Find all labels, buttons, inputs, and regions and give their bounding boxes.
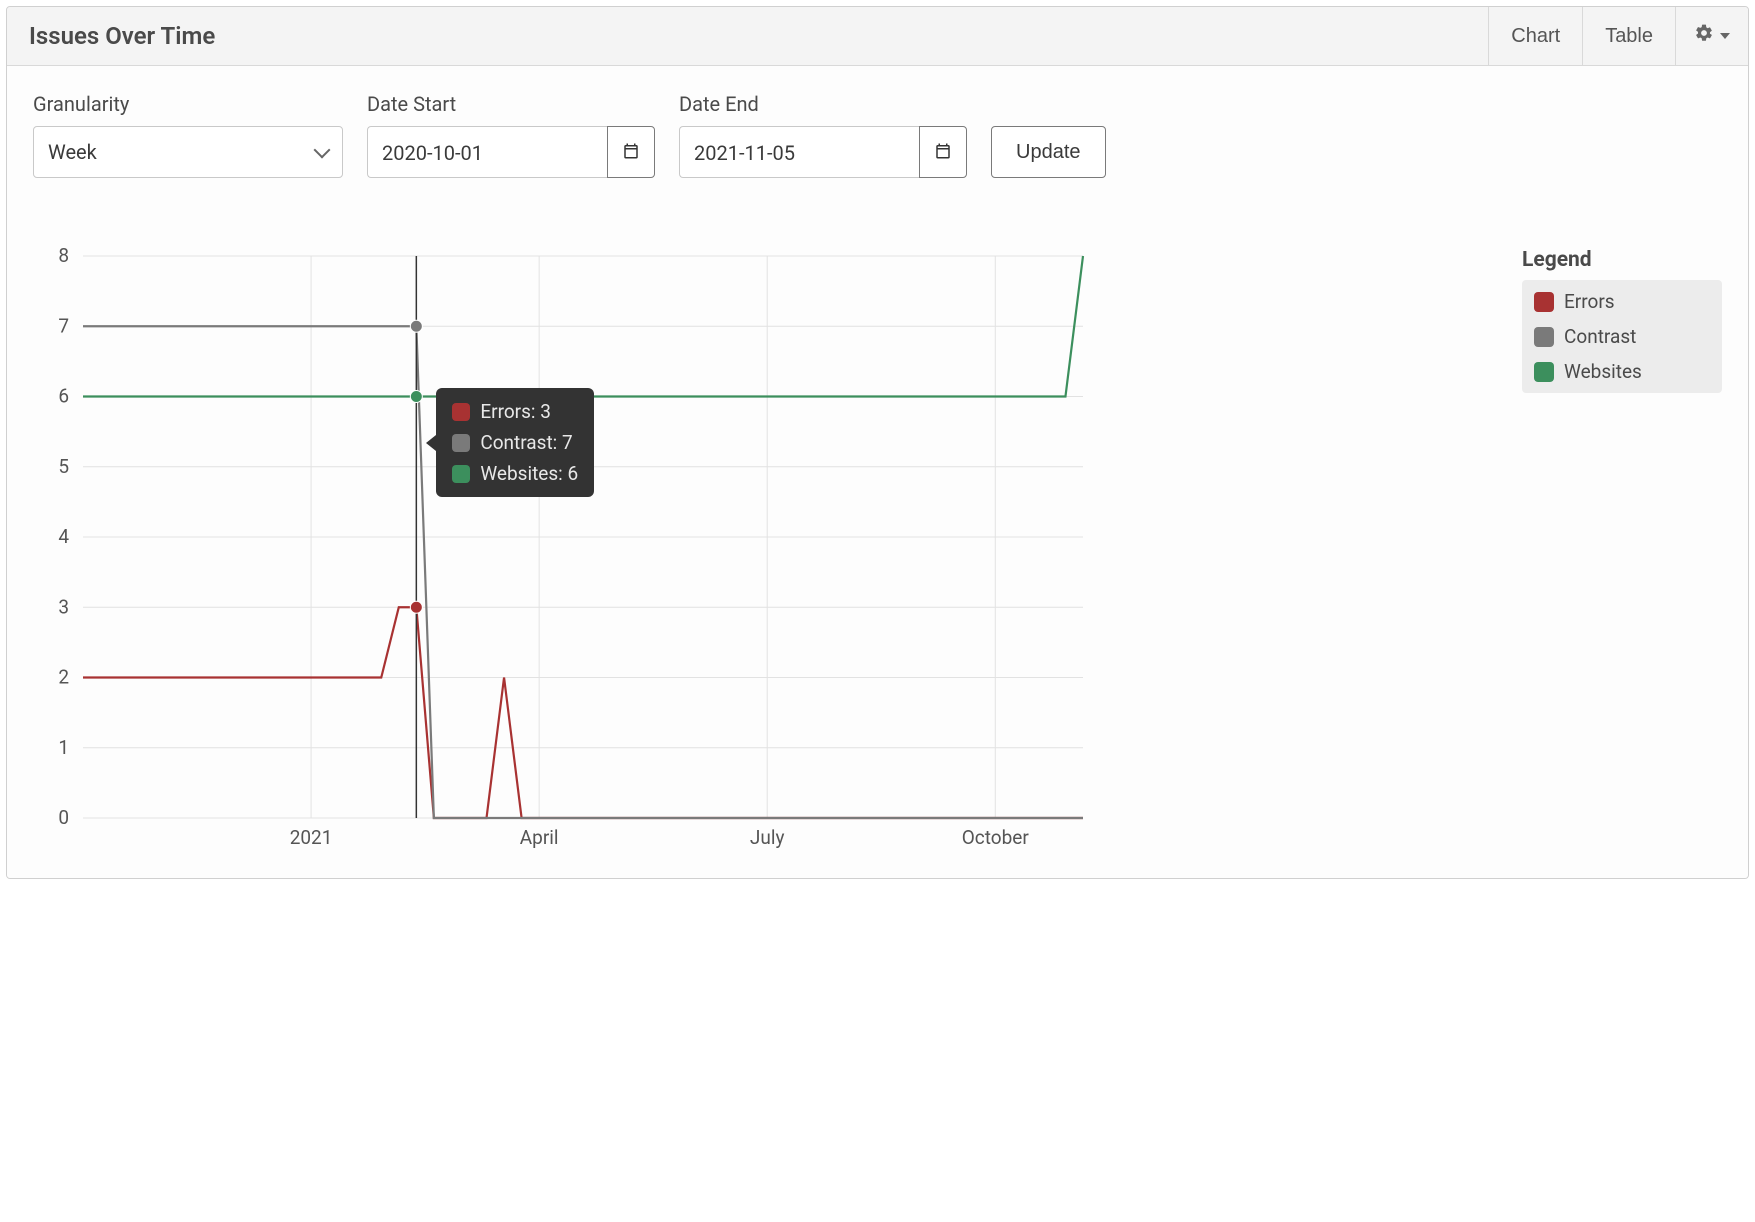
legend-box: Errors Contrast Websites [1522, 280, 1722, 393]
svg-text:July: July [750, 826, 785, 849]
svg-text:4: 4 [58, 525, 69, 548]
granularity-label: Granularity [33, 92, 343, 116]
tooltip-swatch [452, 465, 470, 483]
line-chart[interactable]: 0 1 2 3 4 5 6 7 8 2021 April July October [33, 248, 1502, 858]
issues-over-time-panel: Issues Over Time Chart Table Granularity… [6, 6, 1749, 879]
panel-header: Issues Over Time Chart Table [7, 7, 1748, 66]
date-end-label: Date End [679, 92, 967, 116]
legend-title: Legend [1522, 248, 1722, 272]
panel-title: Issues Over Time [7, 8, 237, 64]
filter-controls: Granularity Week Date Start 2020-10-01 [33, 92, 1722, 178]
panel-body: Granularity Week Date Start 2020-10-01 [7, 66, 1748, 878]
legend-item[interactable]: Websites [1534, 360, 1710, 383]
tooltip-value: Contrast: 7 [480, 431, 572, 454]
legend-swatch [1534, 362, 1554, 382]
svg-text:0: 0 [58, 806, 69, 829]
svg-text:8: 8 [58, 248, 69, 267]
date-end-input[interactable]: 2021-11-05 [679, 126, 919, 178]
legend-label: Contrast [1564, 325, 1636, 348]
tooltip-row: Errors: 3 [452, 400, 578, 423]
tooltip-row: Contrast: 7 [452, 431, 578, 454]
chart-tooltip: Errors: 3 Contrast: 7 Websites: 6 [436, 388, 594, 497]
legend-item[interactable]: Errors [1534, 290, 1710, 313]
svg-text:October: October [962, 826, 1030, 849]
legend-swatch [1534, 327, 1554, 347]
legend: Legend Errors Contrast Websites [1522, 248, 1722, 858]
caret-down-icon [1720, 33, 1730, 39]
view-tabs: Chart Table [1488, 7, 1748, 65]
tooltip-value: Websites: 6 [480, 462, 578, 485]
legend-item[interactable]: Contrast [1534, 325, 1710, 348]
tooltip-swatch [452, 403, 470, 421]
date-start-input[interactable]: 2020-10-01 [367, 126, 607, 178]
tooltip-swatch [452, 434, 470, 452]
chevron-down-icon [314, 142, 331, 159]
legend-label: Websites [1564, 360, 1642, 383]
tooltip-value: Errors: 3 [480, 400, 551, 423]
legend-swatch [1534, 292, 1554, 312]
settings-menu-button[interactable] [1675, 7, 1748, 65]
legend-label: Errors [1564, 290, 1615, 313]
calendar-icon [934, 142, 952, 163]
gear-icon [1694, 23, 1714, 49]
tab-table[interactable]: Table [1582, 7, 1675, 65]
update-button[interactable]: Update [991, 126, 1106, 178]
calendar-icon [622, 142, 640, 163]
chart-area: 0 1 2 3 4 5 6 7 8 2021 April July October Legend Err… [33, 248, 1722, 858]
date-end-picker-button[interactable] [919, 126, 967, 178]
svg-text:April: April [520, 826, 559, 849]
date-start-label: Date Start [367, 92, 655, 116]
svg-text:3: 3 [58, 595, 69, 618]
svg-text:2021: 2021 [290, 826, 333, 849]
svg-text:6: 6 [58, 385, 69, 408]
svg-text:5: 5 [58, 455, 69, 478]
date-start-picker-button[interactable] [607, 126, 655, 178]
granularity-select[interactable]: Week [33, 126, 343, 178]
svg-text:2: 2 [58, 666, 69, 689]
granularity-value: Week [48, 140, 97, 164]
tab-chart[interactable]: Chart [1488, 7, 1582, 65]
svg-text:7: 7 [58, 314, 69, 337]
svg-text:1: 1 [58, 736, 69, 759]
tooltip-row: Websites: 6 [452, 462, 578, 485]
